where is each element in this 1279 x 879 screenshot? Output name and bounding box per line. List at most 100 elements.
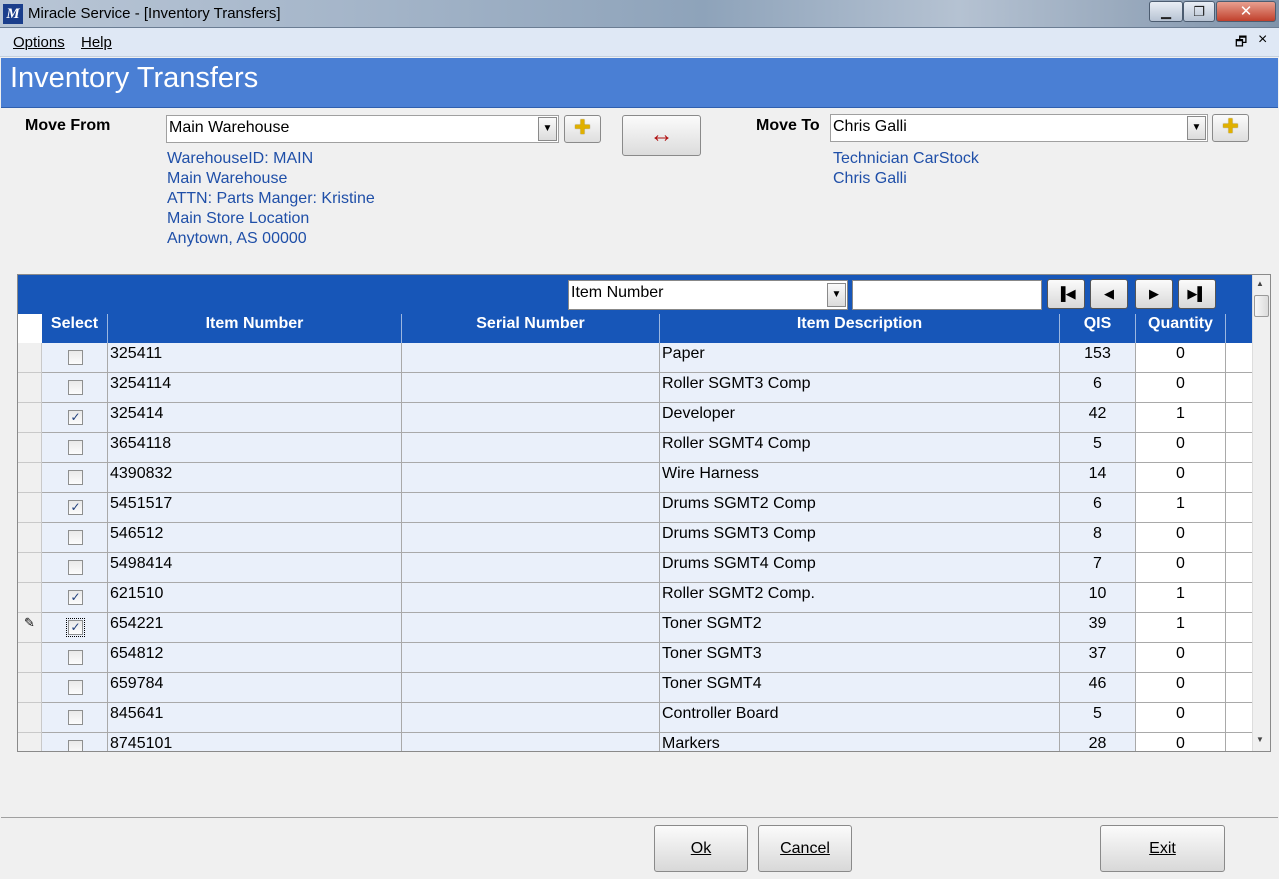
- to-name: Chris Galli: [833, 170, 907, 187]
- quantity-cell[interactable]: 1: [1136, 493, 1226, 523]
- search-field-select[interactable]: Item Number ▼: [568, 280, 848, 310]
- item-description-cell: Drums SGMT2 Comp: [660, 493, 1060, 523]
- quantity-cell[interactable]: 0: [1136, 433, 1226, 463]
- select-checkbox[interactable]: [68, 470, 83, 485]
- next-page-button[interactable]: ▶: [1135, 279, 1173, 309]
- row-selector[interactable]: [18, 493, 42, 523]
- swap-locations-button[interactable]: ↔: [622, 115, 701, 156]
- exit-button[interactable]: Exit: [1100, 825, 1225, 872]
- row-filler: [1226, 523, 1252, 553]
- row-selector[interactable]: [18, 343, 42, 373]
- chevron-down-icon[interactable]: ▼: [538, 117, 557, 141]
- item-description-cell: Roller SGMT3 Comp: [660, 373, 1060, 403]
- quantity-cell[interactable]: 0: [1136, 703, 1226, 733]
- item-description-cell: Wire Harness: [660, 463, 1060, 493]
- vertical-scrollbar[interactable]: ▲ ▼: [1252, 275, 1270, 751]
- select-checkbox[interactable]: ✓: [66, 618, 85, 637]
- row-selector[interactable]: [18, 673, 42, 703]
- column-header-serial-number[interactable]: Serial Number: [402, 314, 660, 343]
- close-window-button[interactable]: ✕: [1216, 1, 1276, 22]
- column-header-qis[interactable]: QIS: [1060, 314, 1136, 343]
- quantity-cell[interactable]: 1: [1136, 403, 1226, 433]
- move-to-label: Move To: [756, 117, 820, 134]
- row-selector[interactable]: [18, 463, 42, 493]
- row-selector[interactable]: [18, 373, 42, 403]
- quantity-cell[interactable]: 0: [1136, 643, 1226, 673]
- row-selector[interactable]: ✎: [18, 613, 42, 643]
- column-header-quantity[interactable]: Quantity: [1136, 314, 1226, 343]
- quantity-cell[interactable]: 1: [1136, 613, 1226, 643]
- quantity-cell[interactable]: 0: [1136, 673, 1226, 703]
- row-selector[interactable]: [18, 583, 42, 613]
- item-description-cell: Markers: [660, 733, 1060, 751]
- select-checkbox[interactable]: [68, 530, 83, 545]
- select-checkbox[interactable]: ✓: [68, 410, 83, 425]
- close-icon[interactable]: ×: [1258, 31, 1267, 49]
- search-input[interactable]: [852, 280, 1042, 310]
- menu-help[interactable]: Help: [81, 34, 112, 51]
- select-checkbox[interactable]: [68, 440, 83, 455]
- quantity-cell[interactable]: 0: [1136, 373, 1226, 403]
- minimize-button[interactable]: ▁: [1149, 1, 1183, 22]
- select-checkbox[interactable]: ✓: [68, 590, 83, 605]
- row-selector[interactable]: [18, 403, 42, 433]
- page-header: Inventory Transfers: [1, 58, 1278, 108]
- item-description-cell: Drums SGMT3 Comp: [660, 523, 1060, 553]
- row-selector[interactable]: [18, 553, 42, 583]
- cancel-button[interactable]: Cancel: [758, 825, 852, 872]
- scroll-thumb[interactable]: [1254, 295, 1269, 317]
- quantity-cell[interactable]: 0: [1136, 553, 1226, 583]
- item-number-cell: 654221: [108, 613, 402, 643]
- last-page-icon: ▶▌: [1187, 286, 1207, 301]
- move-to-select[interactable]: Chris Galli ▼: [830, 114, 1208, 142]
- scroll-down-icon[interactable]: ▼: [1256, 735, 1264, 744]
- select-cell: [42, 733, 108, 751]
- select-checkbox[interactable]: [68, 710, 83, 725]
- quantity-cell[interactable]: 1: [1136, 583, 1226, 613]
- select-checkbox[interactable]: [68, 680, 83, 695]
- menu-options[interactable]: Options: [13, 34, 65, 51]
- row-selector[interactable]: [18, 523, 42, 553]
- column-header-select[interactable]: Select: [42, 314, 108, 343]
- scroll-up-icon[interactable]: ▲: [1256, 279, 1264, 288]
- column-header-item-number[interactable]: Item Number: [108, 314, 402, 343]
- ok-button[interactable]: Ok: [654, 825, 748, 872]
- select-checkbox[interactable]: [68, 650, 83, 665]
- first-page-button[interactable]: ▐◀: [1047, 279, 1085, 309]
- select-checkbox[interactable]: [68, 560, 83, 575]
- menu-help-label: Help: [81, 34, 112, 51]
- item-description-cell: Toner SGMT3: [660, 643, 1060, 673]
- row-selector[interactable]: [18, 433, 42, 463]
- row-selector[interactable]: [18, 643, 42, 673]
- select-checkbox[interactable]: [68, 740, 83, 751]
- column-header-item-description[interactable]: Item Description: [660, 314, 1060, 343]
- from-warehouse-id: WarehouseID: MAIN: [167, 150, 314, 167]
- restore-icon[interactable]: 🗗: [1235, 33, 1247, 55]
- app-logo-icon: M: [3, 4, 23, 24]
- select-checkbox[interactable]: [68, 350, 83, 365]
- maximize-button[interactable]: ❐: [1183, 1, 1215, 22]
- quantity-cell[interactable]: 0: [1136, 523, 1226, 553]
- select-checkbox[interactable]: ✓: [68, 500, 83, 515]
- move-from-select[interactable]: Main Warehouse ▼: [166, 115, 559, 143]
- row-selector[interactable]: [18, 733, 42, 751]
- chevron-down-icon[interactable]: ▼: [1187, 116, 1206, 140]
- add-to-button[interactable]: ✚: [1212, 114, 1249, 142]
- last-page-button[interactable]: ▶▌: [1178, 279, 1216, 309]
- select-checkbox[interactable]: [68, 380, 83, 395]
- item-description-cell: Developer: [660, 403, 1060, 433]
- serial-number-cell: [402, 553, 660, 583]
- quantity-cell[interactable]: 0: [1136, 733, 1226, 751]
- qis-cell: 37: [1060, 643, 1136, 673]
- move-to-value: Chris Galli: [833, 118, 907, 135]
- quantity-cell[interactable]: 0: [1136, 343, 1226, 373]
- quantity-cell[interactable]: 0: [1136, 463, 1226, 493]
- add-from-button[interactable]: ✚: [564, 115, 601, 143]
- select-cell: [42, 373, 108, 403]
- item-description-cell: Roller SGMT4 Comp: [660, 433, 1060, 463]
- first-page-icon: ▐◀: [1056, 286, 1076, 301]
- row-selector[interactable]: [18, 703, 42, 733]
- serial-number-cell: [402, 433, 660, 463]
- chevron-down-icon[interactable]: ▼: [827, 283, 846, 307]
- previous-page-button[interactable]: ◀: [1090, 279, 1128, 309]
